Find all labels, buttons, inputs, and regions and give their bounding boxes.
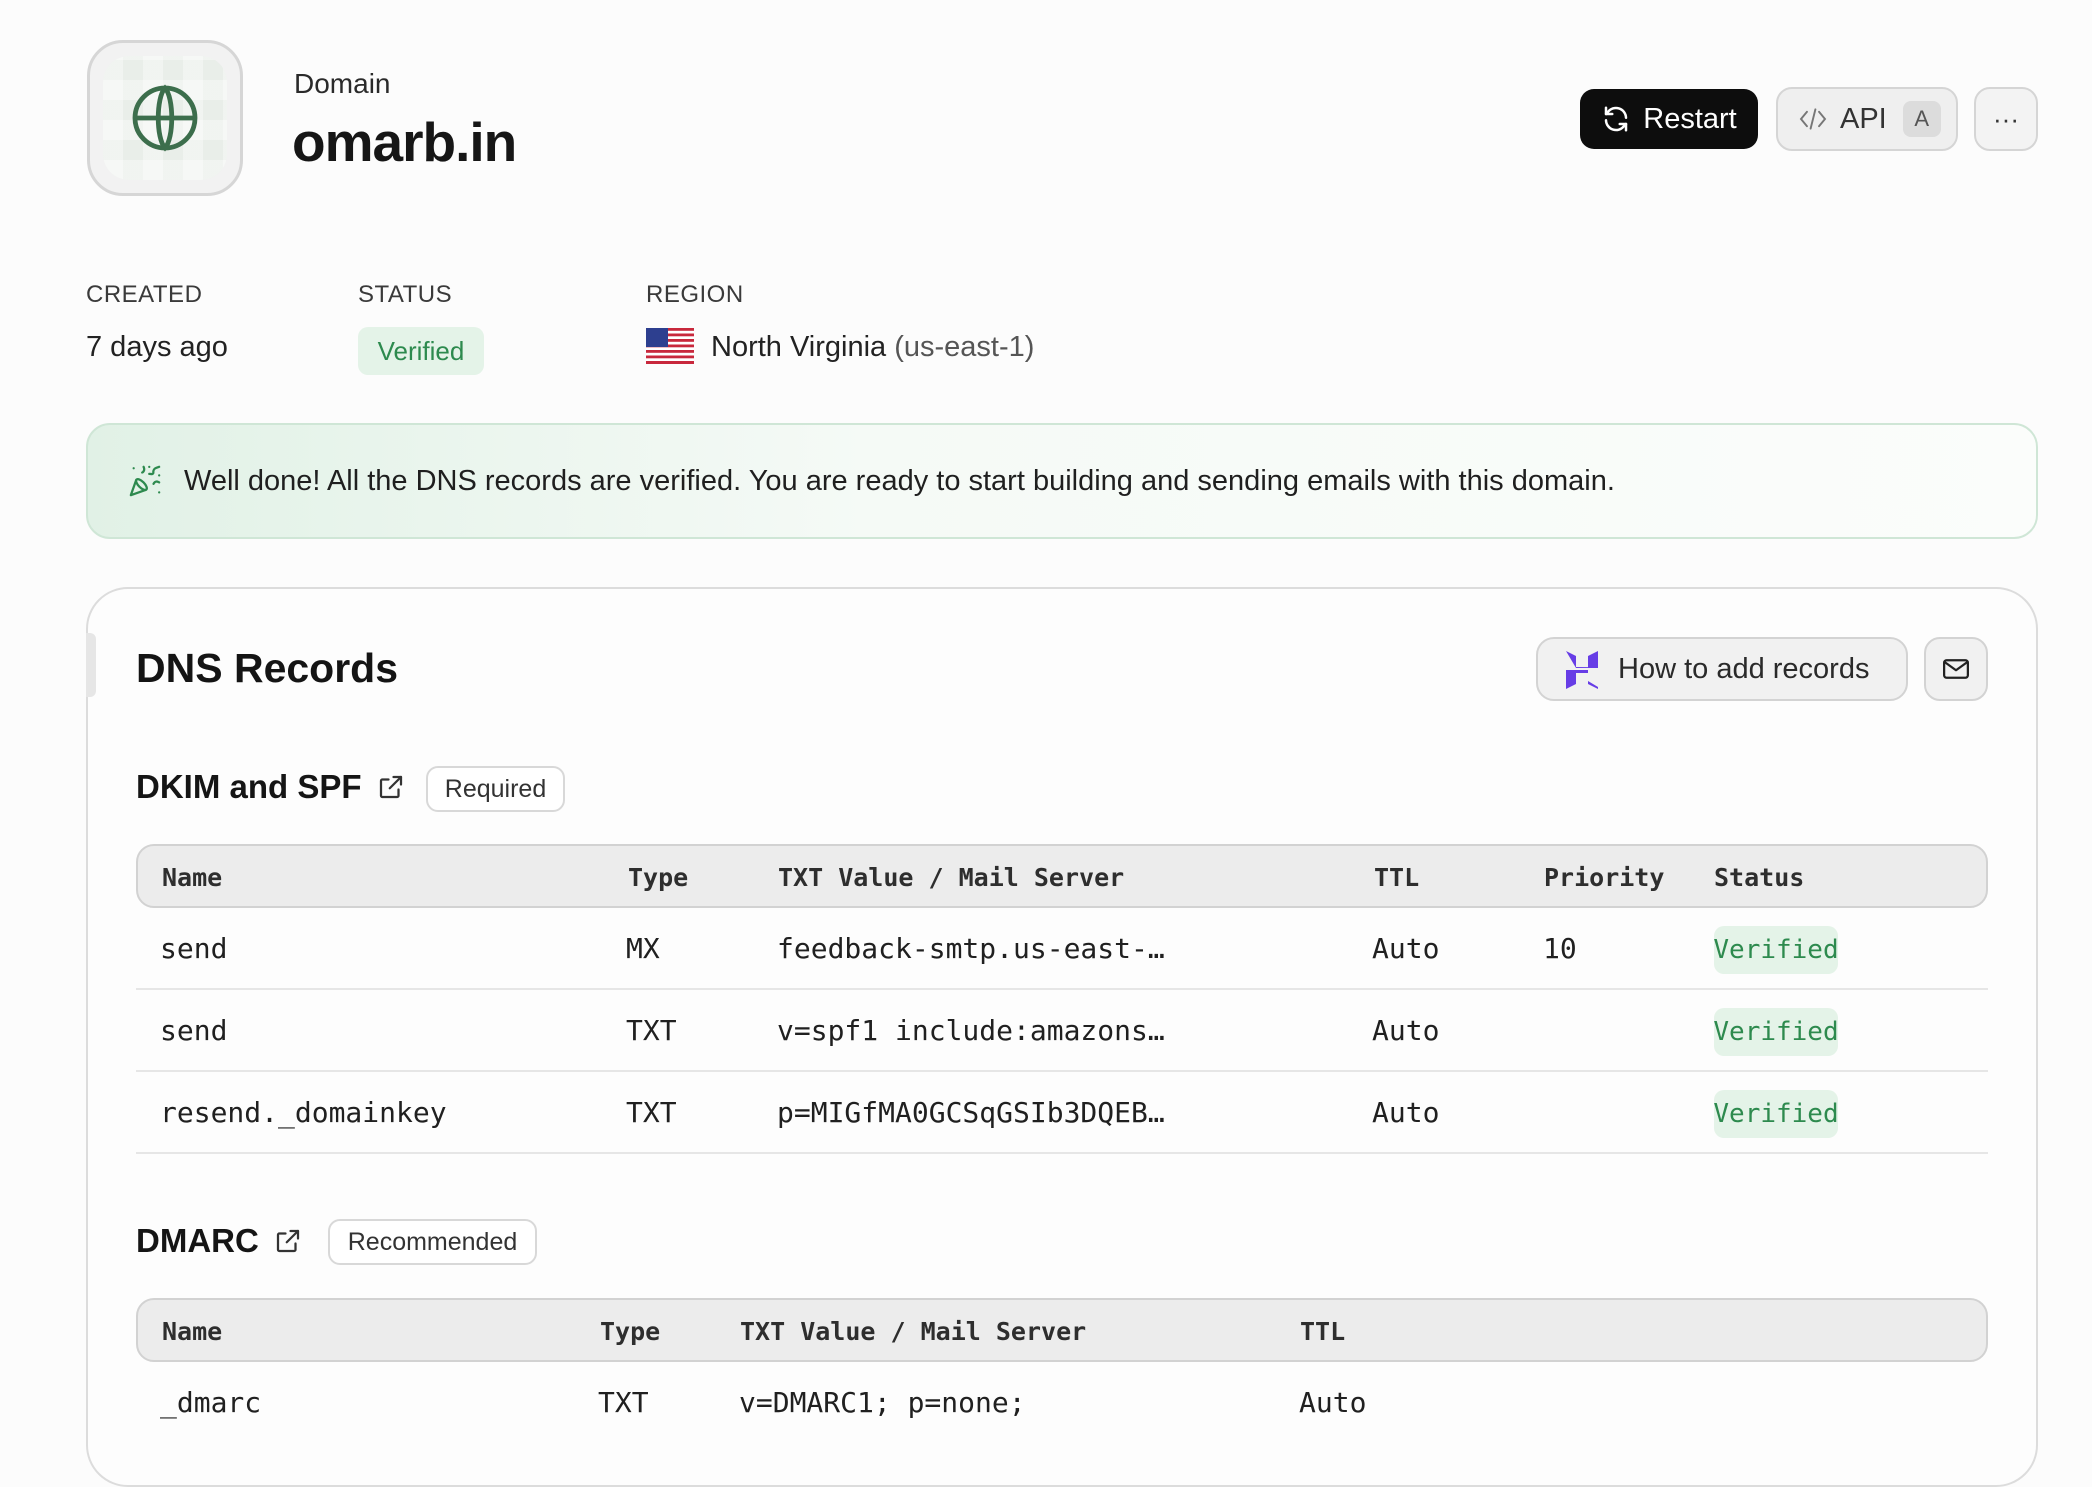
record-type: TXT — [626, 1096, 677, 1129]
us-flag-icon — [646, 328, 694, 364]
external-link-icon[interactable] — [376, 772, 406, 802]
record-name: _dmarc — [160, 1386, 262, 1419]
email-records-button[interactable] — [1924, 637, 1988, 701]
record-value[interactable]: feedback-smtp.us-east-… — [777, 932, 1165, 965]
table-row[interactable]: resend._domainkey TXT p=MIGfMA0GCSqGSIb3… — [136, 1072, 1988, 1154]
recommended-tag: Recommended — [328, 1219, 537, 1265]
mail-icon — [1943, 659, 1969, 679]
record-status-badge: Verified — [1713, 1090, 1839, 1138]
domain-avatar — [87, 40, 243, 196]
column-header-name: Name — [162, 1317, 223, 1346]
api-button[interactable]: API A — [1776, 87, 1958, 151]
status-label: STATUS — [358, 281, 453, 308]
external-link-icon[interactable] — [273, 1226, 303, 1256]
record-type: TXT — [626, 1014, 677, 1047]
how-to-add-records-label: How to add records — [1618, 652, 1870, 685]
record-ttl: Auto — [1372, 1014, 1440, 1047]
verification-success-banner: Well done! All the DNS records are verif… — [86, 423, 2038, 539]
record-value[interactable]: v=spf1 include:amazons… — [777, 1014, 1165, 1047]
restart-label: Restart — [1643, 102, 1737, 135]
record-status-badge: Verified — [1713, 926, 1839, 974]
restart-button[interactable]: Restart — [1580, 89, 1758, 149]
page-title: omarb.in — [292, 111, 517, 173]
record-status-badge: Verified — [1713, 1008, 1839, 1056]
column-header-status: Status — [1714, 863, 1805, 892]
record-name: resend._domainkey — [160, 1096, 447, 1129]
banner-text: Well done! All the DNS records are verif… — [184, 464, 1615, 497]
column-header-type: Type — [628, 863, 689, 892]
required-tag: Required — [426, 766, 565, 812]
column-header-type: Type — [600, 1317, 661, 1346]
column-header-ttl: TTL — [1374, 863, 1420, 892]
column-header-value: TXT Value / Mail Server — [778, 863, 1125, 892]
page-kicker: Domain — [294, 68, 391, 99]
region-label: REGION — [646, 281, 744, 308]
region-name: North Virginia — [711, 331, 887, 363]
region-value: North Virginia (us-east-1) — [711, 331, 1034, 364]
table-row[interactable]: send MX feedback-smtp.us-east-… Auto 10 … — [136, 908, 1988, 990]
more-options-button[interactable]: ··· — [1974, 87, 2038, 151]
party-popper-icon — [129, 465, 161, 497]
dmarc-table-header: Name Type TXT Value / Mail Server TTL — [136, 1298, 1988, 1362]
region-code: (us-east-1) — [894, 331, 1035, 363]
record-value[interactable]: p=MIGfMA0GCSqGSIb3DQEB… — [777, 1096, 1165, 1129]
domain-avatar-inner — [103, 56, 227, 180]
table-row[interactable]: send TXT v=spf1 include:amazons… Auto Ve… — [136, 990, 1988, 1072]
record-ttl: Auto — [1299, 1386, 1367, 1419]
hostinger-logo-icon — [1566, 651, 1598, 689]
code-icon — [1799, 108, 1827, 130]
record-type: TXT — [598, 1386, 649, 1419]
dns-records-title: DNS Records — [136, 645, 399, 691]
record-name: send — [160, 932, 228, 965]
more-icon: ··· — [1993, 103, 2019, 134]
column-header-value: TXT Value / Mail Server — [740, 1317, 1087, 1346]
dmarc-section-title: DMARC — [136, 1222, 303, 1260]
created-label: CREATED — [86, 281, 203, 308]
dkim-spf-section-title: DKIM and SPF — [136, 768, 406, 806]
refresh-icon — [1605, 106, 1628, 132]
record-name: send — [160, 1014, 228, 1047]
record-ttl: Auto — [1372, 1096, 1440, 1129]
created-value: 7 days ago — [86, 331, 228, 363]
column-header-name: Name — [162, 863, 223, 892]
status-badge: Verified — [358, 327, 484, 375]
record-ttl: Auto — [1372, 932, 1440, 965]
api-label: API — [1840, 102, 1887, 135]
globe-icon — [132, 84, 198, 152]
how-to-add-records-button[interactable]: How to add records — [1536, 637, 1908, 701]
dmarc-title: DMARC — [136, 1222, 259, 1259]
card-scroll-indicator — [86, 633, 96, 697]
record-priority: 10 — [1543, 932, 1577, 965]
column-header-ttl: TTL — [1300, 1317, 1346, 1346]
table-row[interactable]: _dmarc TXT v=DMARC1; p=none; Auto — [136, 1362, 1988, 1444]
record-value[interactable]: v=DMARC1; p=none; — [739, 1386, 1026, 1419]
dkim-spf-title: DKIM and SPF — [136, 768, 362, 805]
column-header-priority: Priority — [1544, 863, 1665, 892]
api-shortcut-key: A — [1902, 101, 1941, 137]
record-type: MX — [626, 932, 660, 965]
dkim-spf-table-header: Name Type TXT Value / Mail Server TTL Pr… — [136, 844, 1988, 908]
